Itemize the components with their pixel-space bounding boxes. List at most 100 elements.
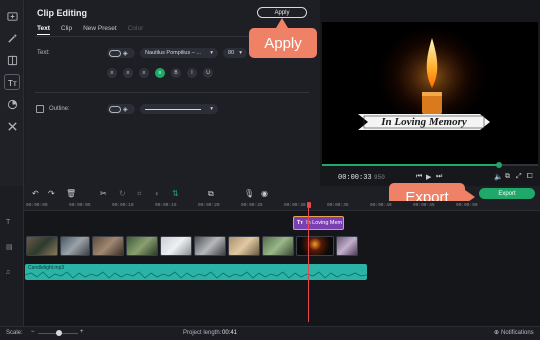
video-preview	[322, 22, 538, 164]
timecode: 00:00:33	[338, 174, 372, 182]
underline-button[interactable]: U	[203, 68, 213, 78]
video-clip[interactable]	[60, 236, 90, 256]
line-style-preview	[145, 108, 201, 110]
skip-back-icon[interactable]: ⏮	[416, 173, 422, 181]
zoom-out-icon[interactable]: −	[31, 329, 35, 335]
notification-icon[interactable]: ⊕	[494, 329, 499, 336]
ruler-tick-label: 00:00:20	[198, 203, 220, 208]
banner-text: In Loving Memory	[381, 116, 467, 128]
status-bar: Scale: − + Project length: 00:41 ⊕ Notif…	[0, 326, 540, 340]
redo-icon[interactable]: ↷	[48, 189, 55, 198]
title-clip[interactable]: Tт In Loving Mem	[293, 216, 344, 230]
video-clip[interactable]	[160, 236, 192, 256]
panel-title: Clip Editing	[37, 8, 87, 18]
video-clip[interactable]	[194, 236, 226, 256]
transitions-icon[interactable]	[4, 52, 20, 68]
notifications-label[interactable]: Notifications	[501, 330, 534, 336]
playhead-line	[308, 206, 309, 322]
outline-color-toggle[interactable]: ◈	[107, 104, 135, 114]
scale-label: Scale:	[6, 330, 23, 336]
apply-button[interactable]: Apply	[257, 7, 307, 18]
chevron-down-icon: ▾	[210, 106, 213, 112]
audio-waveform	[25, 271, 367, 279]
scale-slider-knob[interactable]	[56, 330, 62, 336]
text-format-row: ≡ ≡ ≡ ≡ B I U	[107, 68, 213, 78]
titles-track-icon: T	[6, 219, 11, 226]
fullscreen-icon[interactable]: ⤢	[516, 173, 522, 181]
tools-icon[interactable]	[4, 118, 20, 134]
ruler-tick-label: 00:00:15	[155, 203, 177, 208]
cut-icon[interactable]: ✂	[100, 189, 107, 198]
ruler-tick-label: 00:00:25	[241, 203, 263, 208]
tab-text[interactable]: Text	[37, 25, 50, 35]
stickers-icon[interactable]	[4, 96, 20, 112]
video-clip[interactable]	[336, 236, 358, 256]
align-left-icon[interactable]: ≡	[107, 68, 117, 78]
titles-icon[interactable]: Tт	[4, 74, 20, 90]
export-button[interactable]: Export	[479, 188, 535, 199]
italic-button[interactable]: I	[187, 68, 197, 78]
tab-new-preset[interactable]: New Preset	[83, 25, 117, 35]
rotate-icon[interactable]: ↻	[119, 189, 126, 198]
magic-wand-icon[interactable]	[4, 30, 20, 46]
playback-knob[interactable]	[496, 162, 503, 168]
title-clip-label: In Loving Mem	[306, 220, 343, 226]
ruler-tick-label: 00:00:00	[26, 203, 48, 208]
font-name: Nautilus Pompilius – ...	[145, 50, 201, 56]
popout-icon[interactable]: ⧠	[527, 173, 533, 181]
callout-arrow	[276, 18, 288, 28]
skip-forward-icon[interactable]: ⏭	[436, 173, 442, 181]
align-center-icon[interactable]: ≡	[155, 68, 165, 78]
zoom-in-icon[interactable]: +	[80, 329, 84, 335]
marker-icon[interactable]: ◉	[261, 189, 268, 198]
align-justify-icon[interactable]: ≡	[139, 68, 149, 78]
title-clip-icon: Tт	[297, 220, 304, 226]
audio-track-icon: ♫	[5, 269, 11, 276]
align-right-icon[interactable]: ≡	[123, 68, 133, 78]
import-icon[interactable]	[4, 8, 20, 24]
ruler-tick-label: 00:00:45	[413, 203, 435, 208]
outline-checkbox[interactable]	[36, 105, 44, 113]
track-headers: T ▤ ♫	[0, 186, 24, 326]
overlay-icon[interactable]: ⧉	[208, 189, 214, 199]
play-icon[interactable]: ▶	[426, 173, 431, 181]
audio-clip[interactable]: Candlelight.mp3	[25, 264, 367, 280]
volume-icon[interactable]: 🔈	[494, 173, 503, 181]
snapshot-icon[interactable]: ⧉	[505, 173, 510, 181]
time-ruler[interactable]: 00:00:00 00:00:05 00:00:10 00:00:15 00:0…	[24, 201, 540, 211]
toggle-switch	[109, 105, 121, 113]
divider	[35, 92, 309, 93]
text-toggle[interactable]: ◈	[107, 48, 135, 58]
tab-color: Color	[127, 25, 144, 32]
panel-tabs: Text Clip New Preset Color	[37, 25, 143, 35]
font-size-dropdown[interactable]: 80 ▾	[223, 48, 247, 58]
fill-bucket-icon: ◈	[123, 106, 128, 113]
outline-label: Outline:	[49, 106, 70, 112]
video-clip[interactable]	[296, 236, 334, 256]
font-dropdown[interactable]: Nautilus Pompilius – ... ▾	[140, 48, 218, 58]
project-length-label: Project length:	[183, 330, 222, 336]
delete-icon[interactable]: 🗑	[66, 189, 76, 198]
crop-icon[interactable]: ⌗	[137, 189, 142, 199]
microphone-icon[interactable]: 🎙	[244, 189, 254, 198]
text-label: Text:	[37, 50, 50, 56]
clip-properties-icon[interactable]: ⇅	[172, 189, 179, 198]
chevron-down-icon: ▾	[239, 50, 242, 56]
video-clip[interactable]	[262, 236, 294, 256]
color-adjust-icon[interactable]: ◐	[155, 189, 160, 198]
title-banner: In Loving Memory	[358, 112, 490, 132]
ruler-tick-label: 00:00:40	[370, 203, 392, 208]
video-track	[24, 236, 364, 258]
tab-clip[interactable]: Clip	[61, 25, 72, 35]
bold-button[interactable]: B	[171, 68, 181, 78]
ruler-tick-label: 00:00:10	[112, 203, 134, 208]
video-clip[interactable]	[228, 236, 260, 256]
outline-style-dropdown[interactable]: ▾	[140, 104, 218, 114]
ruler-tick-label: 00:00:35	[327, 203, 349, 208]
video-clip[interactable]	[126, 236, 158, 256]
ruler-tick-label: 00:00:30	[284, 203, 306, 208]
video-clip[interactable]	[92, 236, 124, 256]
video-clip[interactable]	[26, 236, 58, 256]
candle-image	[322, 22, 538, 164]
undo-icon[interactable]: ↶	[32, 189, 39, 198]
